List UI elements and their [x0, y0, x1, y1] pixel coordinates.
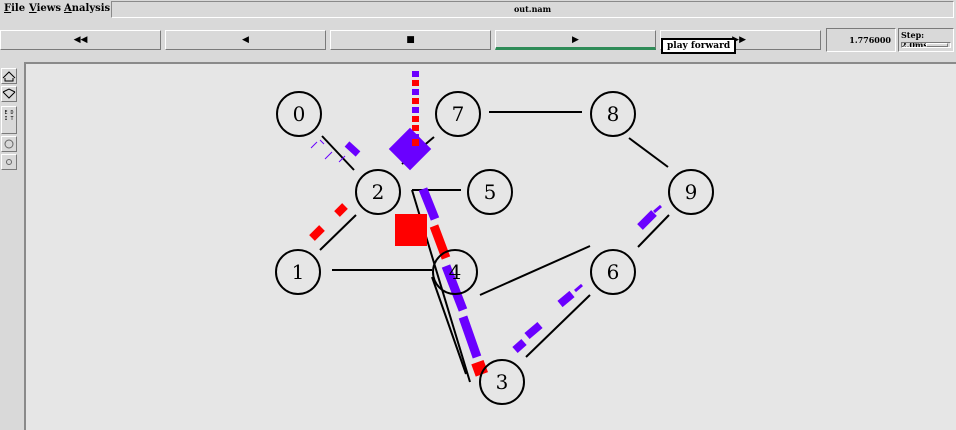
window-title: out.nam	[111, 1, 954, 18]
node-label: 4	[449, 260, 462, 284]
play-forward-button[interactable]: ▶	[495, 30, 656, 50]
edit-icon[interactable]: E DI T	[1, 106, 17, 134]
node-6[interactable]: 6	[590, 249, 636, 295]
queued-packet	[412, 89, 419, 95]
menu-bar: File Views Analysis out.nam	[0, 0, 956, 20]
small-circle-icon[interactable]	[1, 154, 17, 170]
node-2[interactable]: 2	[355, 169, 401, 215]
packet	[412, 139, 419, 146]
step-slider[interactable]	[901, 42, 951, 48]
zoom-in-icon[interactable]	[1, 68, 17, 84]
node-9[interactable]: 9	[668, 169, 714, 215]
packet	[512, 339, 527, 353]
node-label: 0	[293, 102, 306, 126]
link-1-2[interactable]	[319, 214, 357, 251]
menu-file[interactable]: File	[4, 3, 25, 14]
link-0-2[interactable]	[321, 135, 355, 171]
packet	[458, 315, 482, 359]
queued-packet	[412, 125, 419, 131]
node-5[interactable]: 5	[467, 169, 513, 215]
node-label: 7	[452, 102, 465, 126]
packet	[557, 290, 575, 308]
menu-views[interactable]: Views	[29, 3, 61, 14]
node-label: 5	[484, 180, 497, 204]
packet	[344, 141, 361, 157]
node-8[interactable]: 8	[590, 91, 636, 137]
node-3[interactable]: 3	[479, 359, 525, 405]
step-back-button[interactable]: ◀	[165, 30, 326, 50]
queued-packet	[412, 107, 419, 113]
step-slider-thumb[interactable]	[926, 43, 948, 47]
zoom-out-icon[interactable]	[1, 86, 17, 102]
queued-packet	[412, 98, 419, 104]
time-display: 1.776000	[826, 28, 896, 52]
node-label: 6	[607, 260, 620, 284]
node-label: 1	[292, 260, 305, 284]
packet	[524, 321, 543, 340]
node-label: 9	[685, 180, 698, 204]
packet	[334, 203, 348, 217]
links-layer	[319, 111, 670, 383]
stop-button[interactable]: ■	[330, 30, 491, 50]
node-7[interactable]: 7	[435, 91, 481, 137]
node-label: 8	[607, 102, 620, 126]
link-4-3[interactable]	[431, 276, 467, 375]
packet	[388, 127, 432, 171]
tool-column: E DI T	[0, 64, 20, 430]
nodes-layer: 0 1 2 3 4 5 6 7 8 9	[275, 91, 714, 405]
node-0[interactable]: 0	[276, 91, 322, 137]
queued-packet	[412, 71, 419, 77]
node-1[interactable]: 1	[275, 249, 321, 295]
queued-packet	[412, 116, 419, 122]
rewind-button[interactable]: ◀◀	[0, 30, 161, 50]
packet	[574, 283, 583, 293]
network-canvas[interactable]: 0 1 2 3 4 5 6 7 8 9	[24, 62, 956, 430]
packet	[637, 210, 657, 230]
transport-toolbar: ◀◀ ◀ ■ ▶ ▶▶ 1.776000 Step: 2.0ms	[0, 26, 956, 56]
menu-analysis[interactable]: Analysis	[64, 3, 110, 14]
step-control: Step: 2.0ms	[898, 28, 954, 52]
packet	[310, 141, 318, 149]
packet	[395, 214, 427, 246]
packet	[653, 204, 662, 214]
large-circle-icon[interactable]	[1, 136, 17, 152]
link-6-4[interactable]	[479, 245, 591, 296]
queued-packet	[412, 80, 419, 86]
packet	[309, 225, 325, 241]
node-label: 2	[372, 180, 385, 204]
packet	[324, 151, 333, 160]
packet	[319, 139, 325, 145]
play-forward-tooltip: play forward	[661, 38, 737, 54]
link-8-9[interactable]	[628, 137, 669, 168]
node-label: 3	[496, 370, 509, 394]
